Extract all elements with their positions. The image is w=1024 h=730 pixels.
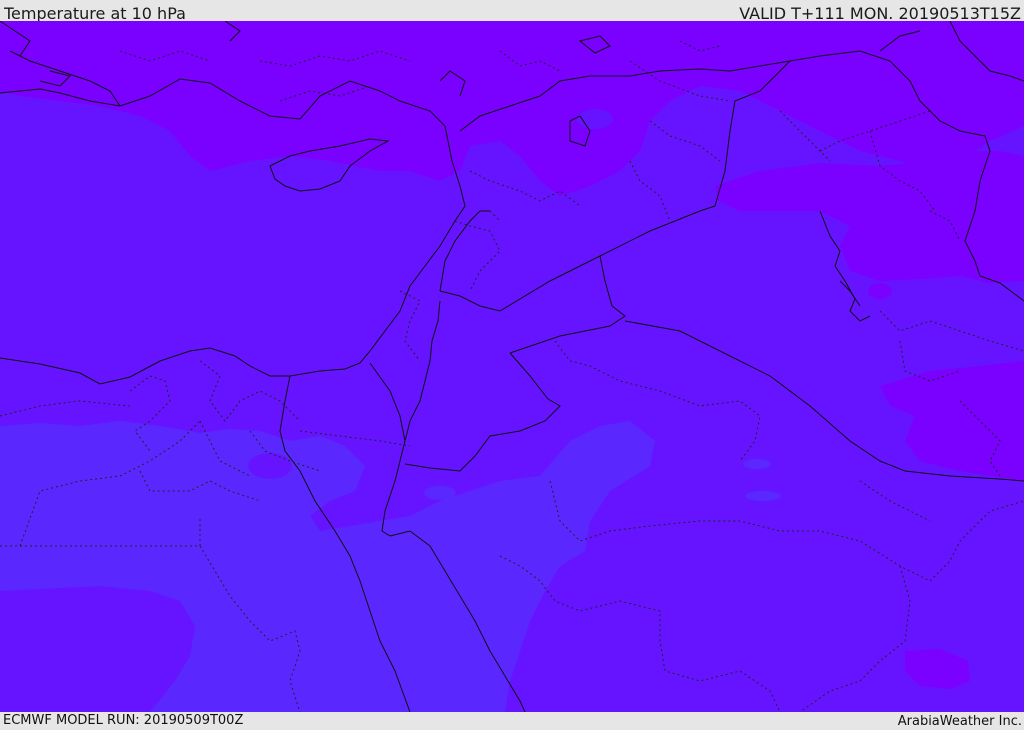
temperature-patch-4 [745, 491, 781, 501]
map-header: Temperature at 10 hPa VALID T+111 MON. 2… [0, 0, 1024, 23]
temperature-patch-3 [743, 459, 771, 469]
credit: ArabiaWeather Inc. [897, 714, 1022, 729]
temperature-patch-5 [868, 283, 892, 299]
temperature-patch-1 [248, 453, 292, 479]
temperature-map[interactable] [0, 21, 1024, 712]
map-footer: ECMWF MODEL RUN: 20190509T00Z ArabiaWeat… [0, 712, 1024, 729]
map-canvas [0, 21, 1024, 712]
temperature-patch-2 [424, 486, 456, 500]
model-run: ECMWF MODEL RUN: 20190509T00Z [3, 713, 244, 728]
